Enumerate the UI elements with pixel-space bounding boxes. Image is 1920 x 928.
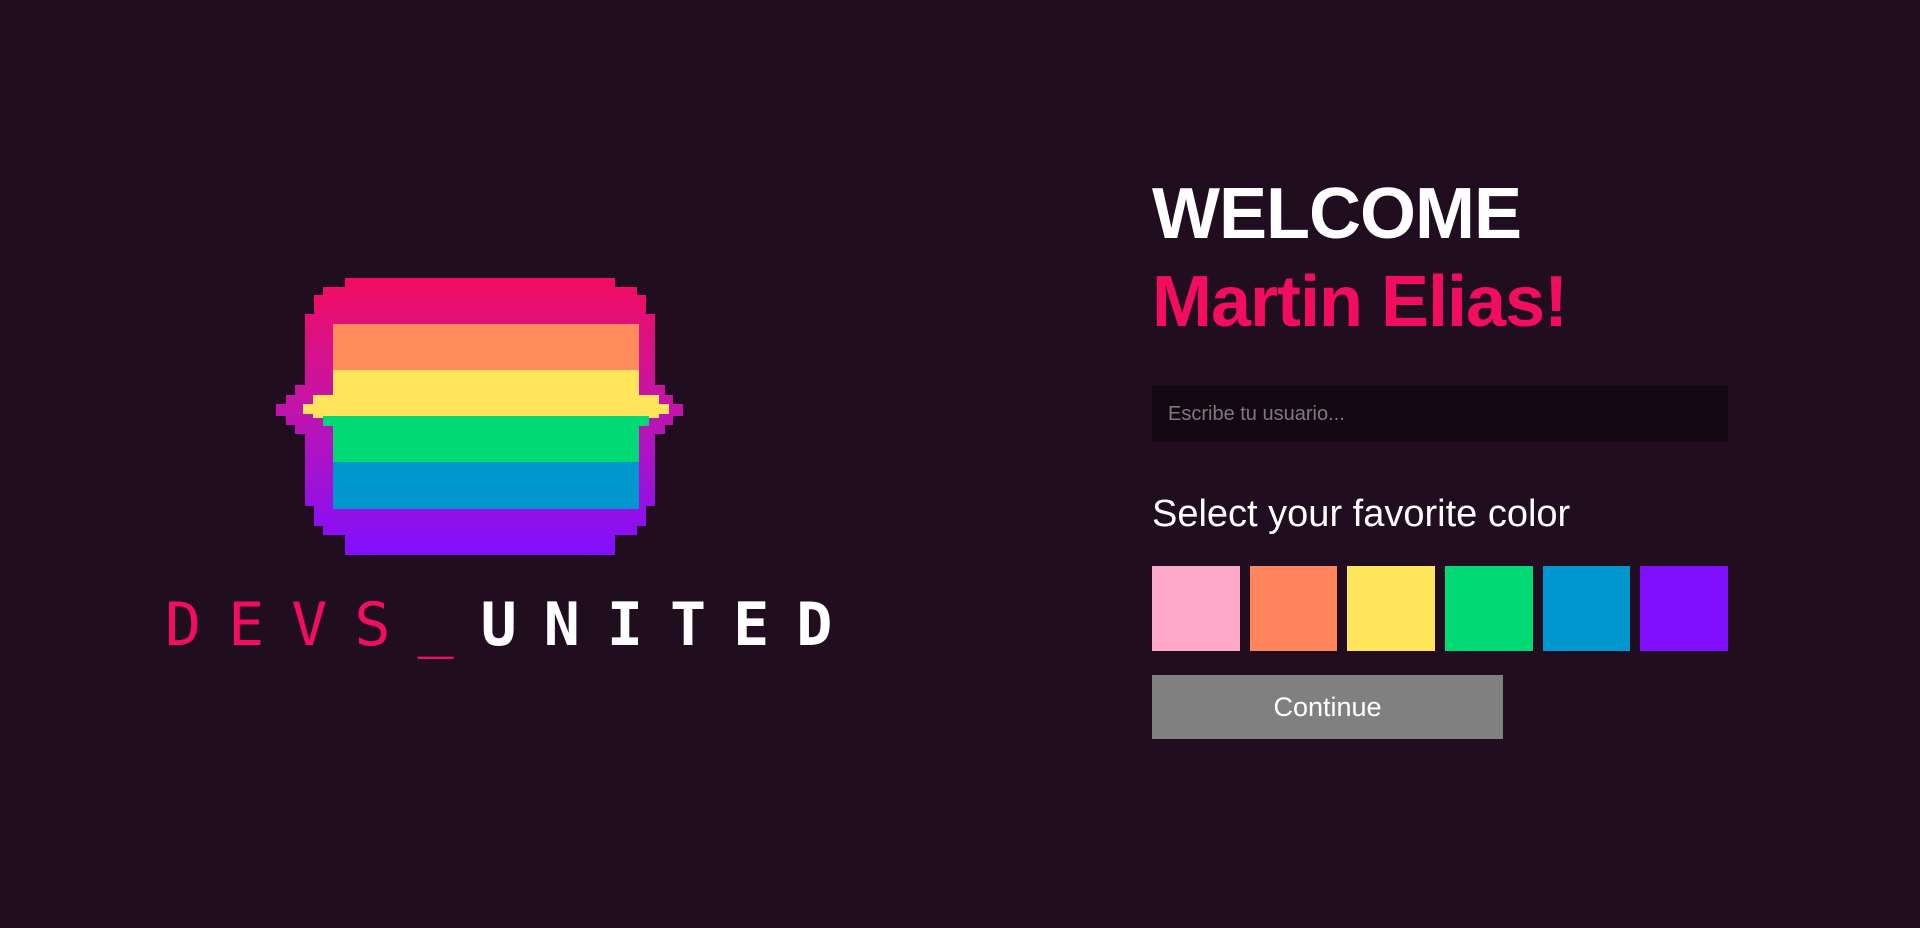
color-picker-heading: Select your favorite color <box>1152 493 1571 535</box>
color-swatch-pink[interactable] <box>1152 566 1240 651</box>
login-page: DEVS_UNITED WELCOME Martin Elias! Select… <box>0 0 1920 928</box>
wordmark-united: UNITED <box>480 590 860 660</box>
color-swatch-purple[interactable] <box>1640 566 1729 651</box>
username-input[interactable] <box>1152 386 1728 442</box>
welcome-user-name: Martin Elias! <box>1152 262 1568 342</box>
welcome-greeting: WELCOME <box>1152 174 1522 254</box>
color-swatch-orange[interactable] <box>1249 566 1338 651</box>
color-swatches <box>1152 566 1729 651</box>
color-swatch-blue[interactable] <box>1542 566 1631 651</box>
welcome-panel: WELCOME Martin Elias! Select your favori… <box>1152 170 1729 739</box>
welcome-title: WELCOME Martin Elias! <box>1152 170 1728 346</box>
wordmark-devs: DEVS_ <box>165 590 481 660</box>
wordmark: DEVS_ UNITED <box>165 595 859 655</box>
rainbow-pixel-heart-icon <box>276 278 683 555</box>
logo: DEVS_ UNITED <box>165 275 832 665</box>
continue-button[interactable]: Continue <box>1152 675 1503 739</box>
color-swatch-green[interactable] <box>1445 566 1533 651</box>
color-swatch-yellow[interactable] <box>1347 566 1436 651</box>
